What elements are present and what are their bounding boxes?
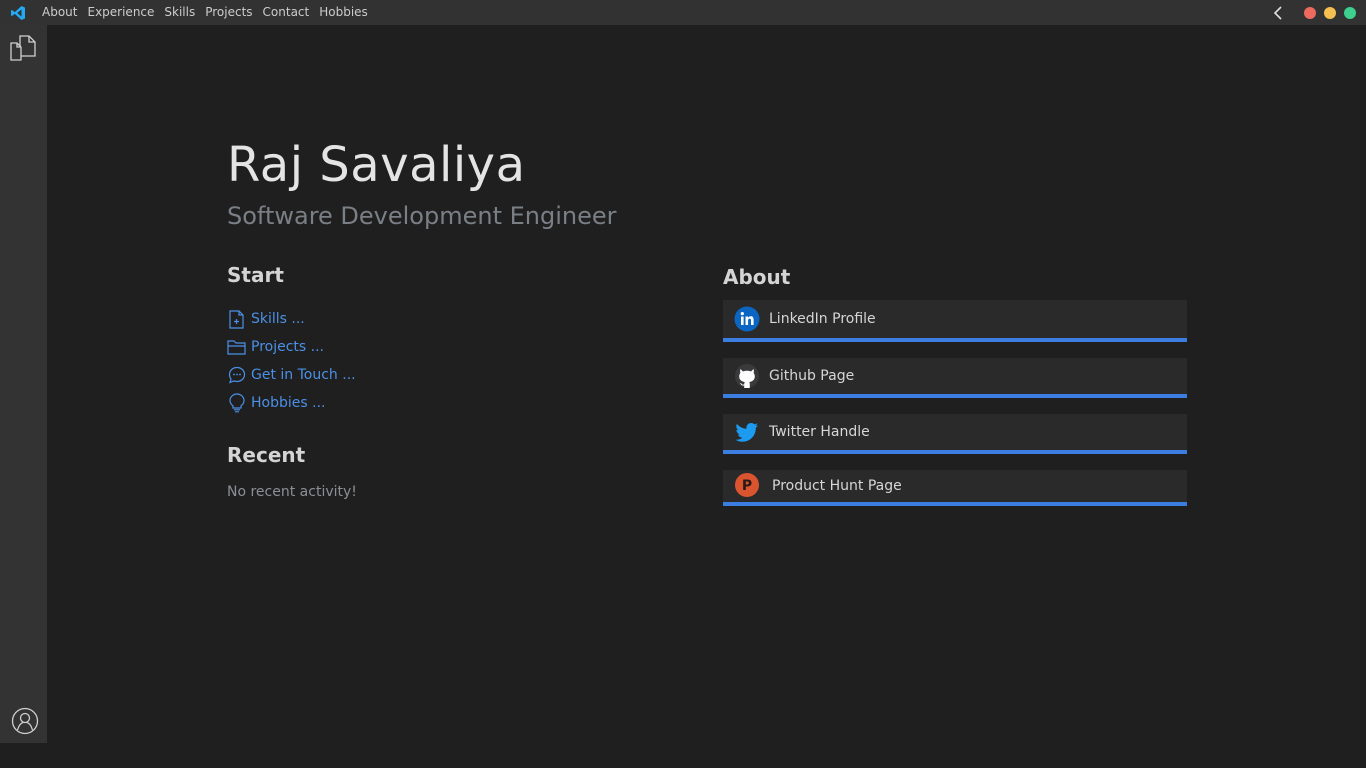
start-item-label: Skills ...: [251, 311, 305, 327]
twitter-icon: [734, 419, 760, 445]
start-item-label: Get in Touch ...: [251, 367, 356, 383]
close-window-button[interactable]: [1304, 6, 1316, 19]
twitter-handle-link[interactable]: Twitter Handle: [723, 414, 1187, 454]
new-file-icon: [227, 309, 246, 329]
start-item-label: Hobbies ...: [251, 395, 326, 411]
explorer-files-icon[interactable]: [9, 34, 37, 62]
github-page-link[interactable]: Github Page: [723, 358, 1187, 398]
start-item-label: Projects ...: [251, 339, 324, 355]
linkedin-profile-link[interactable]: LinkedIn Profile: [723, 300, 1187, 342]
page-subtitle: Software Development Engineer: [227, 202, 617, 230]
product-hunt-icon: P: [735, 473, 761, 499]
about-link-label: Product Hunt Page: [772, 478, 902, 494]
about-link-label: Twitter Handle: [769, 424, 870, 440]
account-icon[interactable]: [11, 707, 39, 735]
start-item-projects[interactable]: Projects ...: [227, 333, 356, 361]
menu-contact[interactable]: Contact: [263, 0, 310, 25]
recent-section-title: Recent: [227, 443, 306, 467]
welcome-page: Raj Savaliya Software Development Engine…: [47, 25, 1366, 743]
window-controls: [1272, 0, 1356, 25]
about-link-label: Github Page: [769, 368, 855, 384]
about-link-label: LinkedIn Profile: [769, 311, 876, 327]
vscode-logo-icon: [10, 5, 26, 21]
product-hunt-glyph: P: [742, 478, 752, 494]
recent-empty-text: No recent activity!: [227, 484, 357, 500]
start-item-skills[interactable]: Skills ...: [227, 305, 356, 333]
menu-hobbies[interactable]: Hobbies: [319, 0, 368, 25]
start-item-hobbies[interactable]: Hobbies ...: [227, 389, 356, 417]
chat-bubble-icon: [227, 365, 246, 385]
github-icon: [734, 363, 760, 389]
linkedin-icon: [734, 306, 760, 332]
maximize-window-button[interactable]: [1344, 6, 1356, 19]
bottom-strip: [0, 743, 1366, 768]
product-hunt-page-link[interactable]: P Product Hunt Page: [723, 470, 1187, 506]
about-section-title: About: [723, 265, 791, 289]
menu-skills[interactable]: Skills: [164, 0, 195, 25]
minimize-window-button[interactable]: [1324, 6, 1336, 19]
page-title: Raj Savaliya: [227, 137, 526, 193]
start-list: Skills ... Projects ... Get in Touch ...…: [227, 305, 356, 417]
menu-experience[interactable]: Experience: [87, 0, 154, 25]
menu-about[interactable]: About: [42, 0, 77, 25]
activity-bar: [0, 25, 47, 743]
folder-icon: [227, 337, 246, 357]
lightbulb-icon: [227, 393, 246, 413]
start-item-get-in-touch[interactable]: Get in Touch ...: [227, 361, 356, 389]
menu-projects[interactable]: Projects: [205, 0, 252, 25]
title-bar: About Experience Skills Projects Contact…: [0, 0, 1366, 25]
start-section-title: Start: [227, 263, 284, 287]
top-menu: About Experience Skills Projects Contact…: [42, 0, 378, 25]
chevron-left-icon[interactable]: [1272, 5, 1284, 20]
